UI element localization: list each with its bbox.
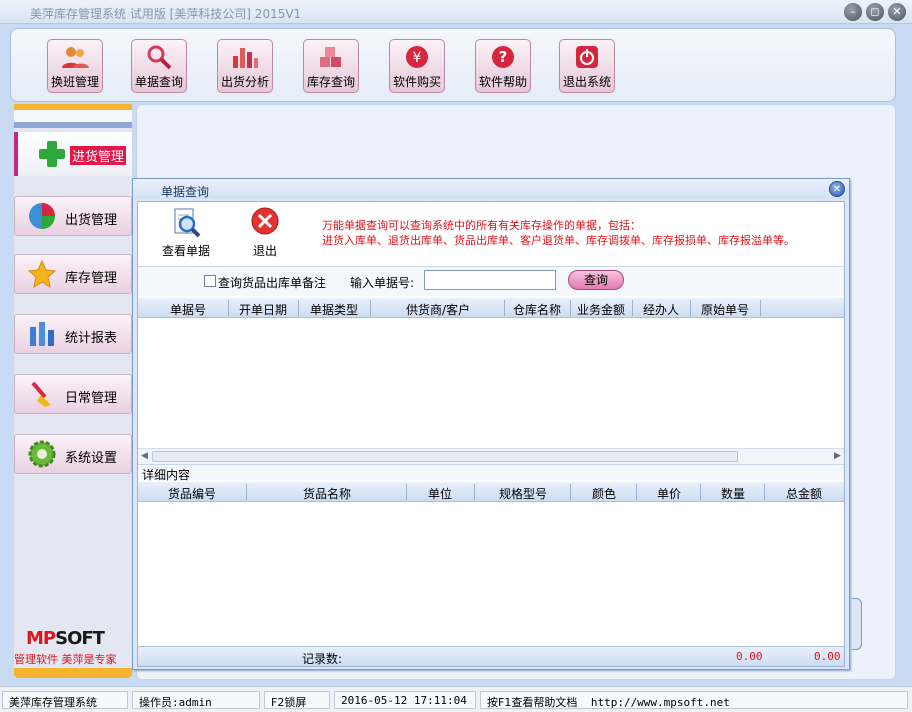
dialog-close-icon[interactable]: ✕	[829, 181, 845, 197]
view-document-button[interactable]: 查看单据	[162, 206, 210, 259]
column-header[interactable]: 规格型号	[476, 485, 570, 502]
column-header[interactable]: 开单日期	[230, 301, 296, 318]
record-count-label: 记录数:	[302, 652, 343, 666]
sidebar-item-purchase[interactable]: 进货管理	[14, 132, 132, 176]
sidebar-item-inventory[interactable]: 库存管理	[14, 254, 132, 294]
bar-chart-icon	[233, 48, 258, 68]
document-query-button[interactable]: 单据查询	[131, 39, 187, 93]
sidebar-item-sales[interactable]: 出货管理	[14, 196, 132, 236]
restore-icon[interactable]: ◻	[866, 3, 884, 21]
side-panel-tab[interactable]	[852, 598, 862, 650]
column-header[interactable]: 总金额	[766, 485, 842, 502]
scroll-left-icon[interactable]: ◀	[141, 451, 148, 461]
amount-total: 0.00	[814, 650, 841, 663]
column-header[interactable]: 供货商/客户	[372, 301, 504, 318]
search-row: 查询货品出库单备注 输入单据号: 查询	[138, 266, 844, 296]
software-help-button[interactable]: ? 软件帮助	[475, 39, 531, 93]
column-header[interactable]: 颜色	[572, 485, 636, 502]
broom-icon	[31, 381, 51, 407]
master-grid-body[interactable]	[138, 318, 844, 448]
column-header[interactable]: 原始单号	[692, 301, 758, 318]
dialog-body: 查看单据 退出 万能单据查询可以查询系统中的所有有关库存操作的单据，包括： 进货…	[137, 201, 845, 667]
column-header[interactable]: 单价	[638, 485, 700, 502]
status-bar: 美萍库存管理系统 操作员:admin F2锁屏 2016-05-12 17:11…	[0, 686, 912, 712]
sidebar-item-reports[interactable]: 统计报表	[14, 314, 132, 354]
power-icon	[576, 46, 598, 68]
detail-grid-footer: 记录数: 0.00 0.00	[138, 646, 844, 666]
minimize-icon[interactable]: –	[844, 3, 862, 21]
sidebar-bottom-bar	[14, 668, 132, 678]
magnifier-icon	[147, 45, 172, 70]
column-header[interactable]: 数量	[702, 485, 764, 502]
detail-section-label: 详细内容	[138, 464, 844, 482]
status-operator: 操作员:admin	[132, 691, 260, 709]
gear-icon	[28, 440, 56, 468]
dialog-title: 单据查询	[161, 185, 210, 199]
document-search-icon	[174, 208, 201, 238]
close-icon[interactable]: ✕	[888, 3, 906, 21]
users-icon	[62, 47, 89, 68]
sidebar-top-bar	[14, 104, 132, 128]
sidebar-item-settings[interactable]: 系统设置	[14, 434, 132, 474]
window-title: 美萍库存管理系统 试用版 [美萍科技公司] 2015V1	[30, 7, 302, 21]
column-header[interactable]: 业务金额	[572, 301, 630, 318]
master-grid-header: 单据号 开单日期 单据类型 供货商/客户 仓库名称 业务金额 经办人 原始单号	[138, 298, 844, 318]
quantity-total: 0.00	[736, 650, 763, 663]
query-button[interactable]: 查询	[568, 270, 624, 290]
sidebar: 进货管理 出货管理 库存管理 统计报表 日常管理 系统设置	[14, 104, 132, 678]
star-icon	[27, 259, 57, 289]
status-app-name: 美萍库存管理系统	[2, 691, 128, 709]
stock-query-button[interactable]: 库存查询	[303, 39, 359, 93]
column-header[interactable]: 单据号	[148, 301, 228, 318]
column-header[interactable]: 单据类型	[300, 301, 368, 318]
detail-grid-header: 货品编号 货品名称 单位 规格型号 颜色 单价 数量 总金额	[138, 482, 844, 502]
close-circle-icon	[251, 207, 279, 235]
plus-icon	[39, 141, 65, 167]
slogan: 管理软件 美萍是专家	[14, 653, 117, 666]
yen-icon: ¥	[406, 46, 428, 68]
status-help: 按F1查看帮助文档 http://www.mpsoft.net	[480, 691, 908, 709]
status-url[interactable]: http://www.mpsoft.net	[591, 696, 730, 709]
pie-chart-icon	[29, 203, 55, 229]
svg-text:¥: ¥	[413, 50, 422, 66]
svg-text:?: ?	[499, 48, 508, 66]
sales-analysis-button[interactable]: 出货分析	[217, 39, 273, 93]
column-header[interactable]: 仓库名称	[506, 301, 568, 318]
shift-management-button[interactable]: 换班管理	[47, 39, 103, 93]
status-datetime: 2016-05-12 17:11:04	[334, 691, 476, 709]
main-toolbar: 换班管理 单据查询 出货分析 库存查询 ¥ 软件购买 ? 软件帮助 退出系统	[10, 28, 896, 102]
buy-software-button[interactable]: ¥ 软件购买	[389, 39, 445, 93]
columns-icon	[30, 322, 54, 346]
status-lock[interactable]: F2锁屏	[264, 691, 330, 709]
include-remark-checkbox[interactable]	[204, 275, 216, 287]
sidebar-item-daily[interactable]: 日常管理	[14, 374, 132, 414]
document-query-dialog: 单据查询 ✕ 查看单据 退出 万能单据查询可以查询系统中的所有有关库存操作的单据…	[132, 178, 850, 670]
scrollbar-thumb[interactable]	[152, 451, 738, 462]
title-bar: 美萍库存管理系统 试用版 [美萍科技公司] 2015V1 – ◻ ✕	[0, 0, 912, 24]
exit-system-button[interactable]: 退出系统	[559, 39, 615, 93]
mpsoft-logo: MPSOFT 管理软件 美萍是专家	[14, 628, 117, 666]
column-header[interactable]: 单位	[408, 485, 472, 502]
query-notice: 万能单据查询可以查询系统中的所有有关库存操作的单据，包括： 进货入库单、退货出库…	[322, 219, 795, 247]
column-header[interactable]: 货品编号	[142, 485, 242, 502]
help-icon: ?	[492, 46, 514, 68]
document-number-input[interactable]	[424, 270, 556, 290]
column-header[interactable]: 货品名称	[248, 485, 406, 502]
detail-grid-body[interactable]	[138, 502, 844, 646]
boxes-icon	[320, 47, 341, 67]
exit-button[interactable]: 退出	[248, 206, 282, 259]
horizontal-scrollbar[interactable]: ◀ ▶	[138, 448, 844, 464]
dialog-title-bar: 单据查询 ✕	[133, 179, 849, 199]
column-header[interactable]: 经办人	[634, 301, 688, 318]
scroll-right-icon[interactable]: ▶	[834, 451, 841, 461]
